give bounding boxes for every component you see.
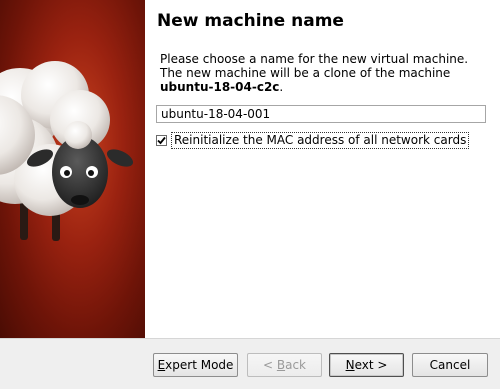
wizard-sidebar-image [0, 0, 145, 338]
wizard-button-bar: Expert Mode < Back Next > Cancel [0, 338, 500, 389]
wizard-content: New machine name Please choose a name fo… [145, 0, 500, 338]
next-mnemonic: N [345, 358, 355, 372]
mac-reinitialize-checkbox[interactable] [156, 134, 167, 146]
back-button[interactable]: < Back [247, 353, 322, 377]
expert-mode-label: xpert Mode [165, 358, 234, 372]
back-label: ack [285, 358, 306, 372]
machine-name-input[interactable] [156, 105, 486, 123]
next-button[interactable]: Next > [329, 353, 404, 377]
mac-reinitialize-option[interactable]: Reinitialize the MAC address of all netw… [156, 131, 470, 149]
page-title: New machine name [157, 11, 344, 31]
cancel-button[interactable]: Cancel [412, 353, 488, 377]
description-text: Please choose a name for the new virtual… [160, 52, 490, 94]
description-line-2: The new machine will be a clone of the m… [160, 66, 451, 80]
source-machine-name: ubuntu-18-04-c2c [160, 80, 280, 94]
expert-mode-mnemonic: E [157, 358, 166, 372]
expert-mode-button[interactable]: Expert Mode [153, 353, 238, 377]
description-suffix: . [279, 80, 284, 94]
back-mnemonic: B [276, 358, 286, 372]
next-label: ext > [354, 358, 388, 372]
back-prefix: < [262, 358, 277, 372]
sheep-mascot-icon [0, 61, 134, 241]
mac-reinitialize-label[interactable]: Reinitialize the MAC address of all netw… [171, 131, 470, 149]
description-line-1: Please choose a name for the new virtual… [160, 52, 469, 66]
checkmark-icon [157, 136, 166, 144]
